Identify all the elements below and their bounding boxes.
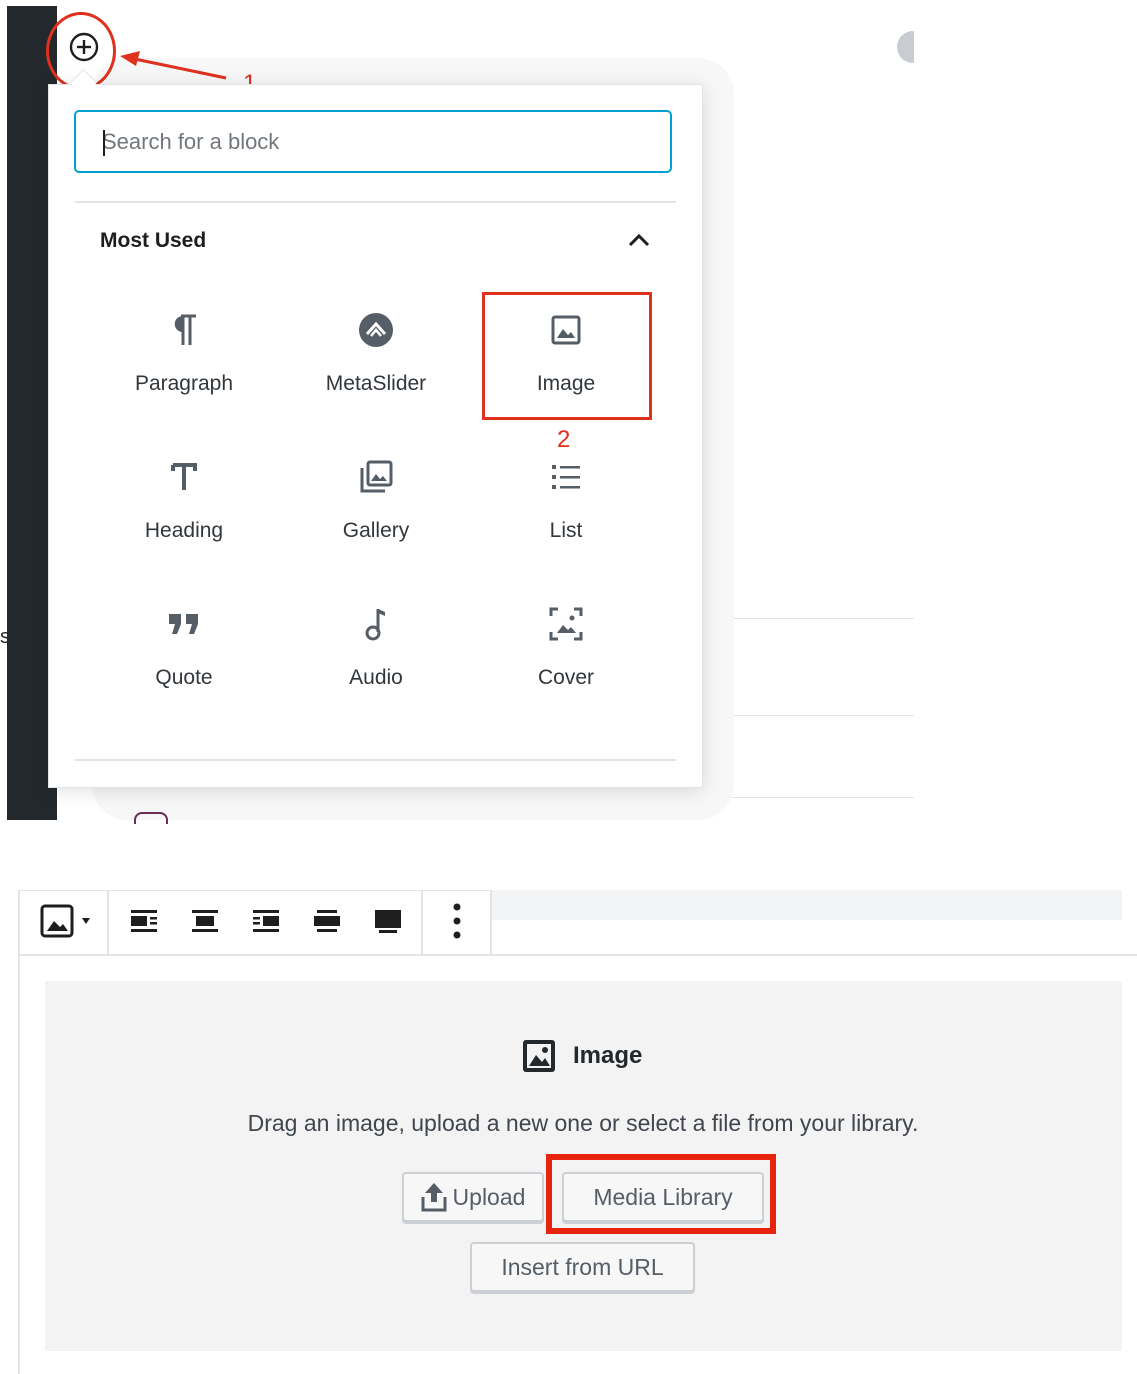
upload-label: Upload <box>452 1183 526 1210</box>
block-label: Gallery <box>342 519 410 542</box>
align-right-button[interactable] <box>243 898 289 944</box>
block-item-heading[interactable]: Heading <box>89 439 279 567</box>
block-item-list[interactable]: List <box>471 439 661 567</box>
block-type-button[interactable] <box>32 898 102 944</box>
align-left-button[interactable] <box>121 898 167 944</box>
align-center-icon <box>192 910 218 932</box>
block-label: Heading <box>144 519 224 542</box>
block-label: Quote <box>155 666 213 689</box>
image-type-icon <box>40 904 90 938</box>
text-caret <box>103 130 105 156</box>
placeholder-title: Image <box>573 1042 643 1069</box>
more-options-icon <box>453 903 461 939</box>
toolbar-divider <box>20 954 1137 956</box>
align-left-icon <box>131 910 157 932</box>
block-label: Cover <box>537 666 595 689</box>
block-item-paragraph[interactable]: Paragraph <box>89 292 279 420</box>
block-label: Audio <box>349 666 403 689</box>
block-item-quote[interactable]: Quote <box>89 586 279 714</box>
gallery-icon <box>281 457 471 497</box>
cover-icon <box>471 604 661 644</box>
upload-icon <box>421 1183 447 1212</box>
insert-from-url-label: Insert from URL <box>501 1253 664 1280</box>
audio-icon <box>281 604 471 644</box>
annotation-highlight-image <box>482 292 652 420</box>
divider <box>75 201 676 203</box>
annotation-highlight-media-library <box>546 1154 776 1234</box>
divider <box>75 759 676 761</box>
wide-width-button[interactable] <box>304 898 350 944</box>
full-width-button[interactable] <box>365 898 411 944</box>
chevron-up-icon[interactable] <box>625 228 653 257</box>
metaslider-icon <box>281 310 471 350</box>
upload-button[interactable]: Upload <box>402 1172 544 1222</box>
block-icon-partial <box>134 812 168 824</box>
block-search-input[interactable] <box>74 110 672 173</box>
block-label: MetaSlider <box>325 372 427 395</box>
toolbar-separator <box>490 890 492 954</box>
section-title-most-used: Most Used <box>100 229 207 252</box>
full-width-icon <box>375 910 401 933</box>
toolbar-background <box>492 890 1122 920</box>
paragraph-icon <box>89 310 279 350</box>
quote-icon <box>89 604 279 644</box>
more-options-button[interactable] <box>434 898 480 944</box>
annotation-arrow-icon <box>120 51 227 80</box>
block-item-metaslider[interactable]: MetaSlider <box>281 292 471 420</box>
wide-width-icon <box>314 910 340 932</box>
image-icon <box>521 1038 557 1079</box>
heading-icon <box>89 457 279 497</box>
block-item-gallery[interactable]: Gallery <box>281 439 471 567</box>
sidebar-partial-text: s <box>0 626 10 648</box>
block-item-cover[interactable]: Cover <box>471 586 661 714</box>
toolbar-separator <box>421 890 423 954</box>
toolbar-separator <box>107 890 109 954</box>
block-item-audio[interactable]: Audio <box>281 586 471 714</box>
placeholder-description: Drag an image, upload a new one or selec… <box>247 1110 919 1136</box>
block-border <box>18 890 20 1374</box>
block-label: List <box>549 519 583 542</box>
align-center-button[interactable] <box>182 898 228 944</box>
insert-from-url-button[interactable]: Insert from URL <box>470 1242 695 1292</box>
align-right-icon <box>253 910 279 932</box>
list-icon <box>471 457 661 497</box>
block-label: Paragraph <box>134 372 234 395</box>
clip-region <box>914 0 1137 820</box>
